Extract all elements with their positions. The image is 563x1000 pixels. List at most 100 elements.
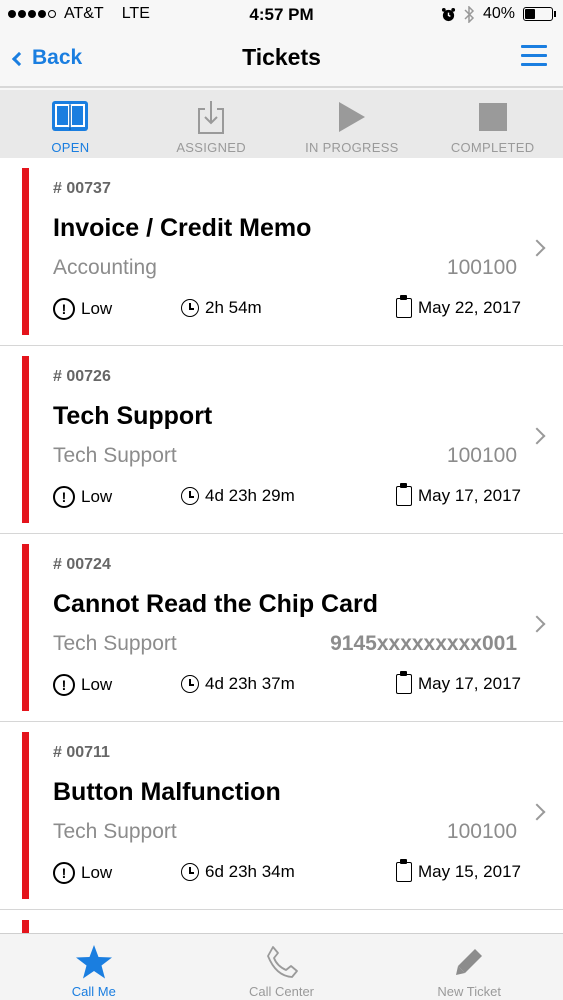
ticket-date: May 15, 2017: [395, 859, 521, 882]
priority-bar: [22, 732, 29, 899]
tab-call-me[interactable]: Call Me: [0, 934, 188, 1000]
tab-call-center[interactable]: Call Center: [188, 934, 376, 1000]
date-label: May 17, 2017: [417, 486, 521, 505]
tab-open-label: OPEN: [51, 140, 90, 155]
elapsed-time: 2h 54m: [205, 298, 262, 317]
tab-completed-label: COMPLETED: [450, 140, 535, 155]
exclamation-circle-icon: !: [53, 298, 75, 320]
stop-icon: [473, 98, 513, 136]
ticket-elapsed: 4d 23h 37m: [181, 674, 295, 694]
hamburger-menu-icon[interactable]: [521, 45, 547, 67]
ticket-meta: ! Low 6d 23h 34m May 15, 2017: [53, 859, 521, 886]
clipboard-icon: [395, 483, 412, 506]
ticket-department: Tech Support: [53, 444, 177, 467]
play-icon: [332, 98, 372, 136]
ticket-number: # 00711: [53, 744, 110, 761]
ticket-elapsed: 4d 23h 29m: [181, 486, 295, 506]
tab-in-progress[interactable]: IN PROGRESS: [282, 90, 423, 158]
clipboard-icon: [395, 671, 412, 694]
tab-completed[interactable]: COMPLETED: [422, 90, 563, 158]
ticket-title: Button Malfunction: [53, 778, 281, 806]
ticket-date: May 17, 2017: [395, 483, 521, 506]
status-bar: AT&T LTE 4:57 PM 40%: [0, 0, 563, 30]
ticket-list: # 00737 Invoice / Credit Memo Accounting…: [0, 158, 563, 933]
ticket-priority: ! Low: [53, 674, 112, 696]
book-icon: [50, 98, 90, 136]
ticket-priority: ! Low: [53, 298, 112, 320]
ticket-elapsed: 6d 23h 34m: [181, 862, 295, 882]
tab-assigned[interactable]: ASSIGNED: [141, 90, 282, 158]
page-title: Tickets: [242, 44, 321, 70]
tab-in-progress-label: IN PROGRESS: [305, 140, 399, 155]
battery-percent: 40%: [482, 5, 515, 22]
tab-assigned-label: ASSIGNED: [176, 140, 246, 155]
ticket-card-partial[interactable]: [0, 910, 563, 933]
ticket-number: # 00726: [53, 368, 111, 385]
tab-new-ticket[interactable]: New Ticket: [375, 934, 563, 1000]
clipboard-icon: [395, 859, 412, 882]
priority-label: Low: [81, 487, 113, 506]
priority-bar: [22, 544, 29, 711]
ticket-meta: ! Low 4d 23h 29m May 17, 2017: [53, 483, 521, 510]
pencil-icon: [449, 942, 489, 982]
navigation-bar: Back Tickets: [0, 30, 563, 88]
ticket-meta: ! Low 4d 23h 37m May 17, 2017: [53, 671, 521, 698]
elapsed-time: 6d 23h 34m: [205, 862, 295, 881]
chevron-left-icon: [11, 51, 27, 66]
ticket-department: Accounting: [53, 256, 157, 279]
clock-icon: [181, 863, 199, 881]
phone-icon: [262, 942, 302, 982]
clipboard-icon: [395, 295, 412, 318]
ticket-title: Tech Support: [53, 402, 213, 430]
exclamation-circle-icon: !: [53, 862, 75, 884]
chevron-right-icon: [528, 803, 546, 821]
exclamation-circle-icon: !: [53, 486, 75, 508]
bottom-tab-bar: Call Me Call Center New Ticket: [0, 933, 563, 1000]
ticket-reference: 9145xxxxxxxxx001: [330, 632, 517, 655]
star-icon: [74, 942, 114, 982]
ticket-meta: ! Low 2h 54m May 22, 2017: [53, 295, 521, 322]
ticket-priority: ! Low: [53, 486, 112, 508]
tab-open[interactable]: OPEN: [0, 90, 141, 158]
tab-new-ticket-label: New Ticket: [437, 984, 501, 999]
priority-bar: [22, 920, 29, 933]
date-label: May 17, 2017: [417, 674, 521, 693]
ticket-reference: 100100: [446, 256, 517, 279]
status-filter-tabs: OPEN ASSIGNED IN PROGRESS COMPLETED: [0, 90, 563, 158]
ticket-card[interactable]: # 00737 Invoice / Credit Memo Accounting…: [0, 158, 563, 346]
elapsed-time: 4d 23h 29m: [205, 486, 295, 505]
ticket-card[interactable]: # 00726 Tech Support Tech Support 100100…: [0, 346, 563, 534]
tab-call-me-label: Call Me: [71, 984, 116, 999]
chevron-right-icon: [528, 239, 546, 257]
elapsed-time: 4d 23h 37m: [205, 674, 295, 693]
ticket-priority: ! Low: [53, 862, 112, 884]
ticket-number: # 00724: [53, 556, 111, 573]
alarm-icon: [441, 7, 456, 21]
priority-label: Low: [81, 863, 113, 882]
ticket-card[interactable]: # 00724 Cannot Read the Chip Card Tech S…: [0, 534, 563, 722]
ticket-department: Tech Support: [53, 820, 177, 843]
priority-label: Low: [81, 299, 113, 318]
ticket-elapsed: 2h 54m: [181, 298, 262, 318]
download-tray-icon: [191, 98, 231, 136]
ticket-date: May 17, 2017: [395, 671, 521, 694]
battery-icon: [523, 7, 556, 21]
clock-icon: [181, 487, 199, 505]
date-label: May 15, 2017: [417, 862, 521, 881]
back-button[interactable]: Back: [11, 46, 83, 70]
priority-bar: [22, 168, 29, 335]
priority-label: Low: [81, 675, 113, 694]
chevron-right-icon: [528, 615, 546, 633]
tab-call-center-label: Call Center: [248, 984, 315, 999]
ticket-reference: 100100: [446, 444, 517, 467]
priority-bar: [22, 356, 29, 523]
exclamation-circle-icon: !: [53, 674, 75, 696]
bluetooth-icon: [464, 5, 475, 23]
ticket-card[interactable]: # 00711 Button Malfunction Tech Support …: [0, 722, 563, 910]
ticket-title: Invoice / Credit Memo: [53, 214, 312, 242]
ticket-number: # 00737: [53, 180, 111, 197]
clock-icon: [181, 675, 199, 693]
chevron-right-icon: [528, 427, 546, 445]
ticket-title: Cannot Read the Chip Card: [53, 590, 379, 618]
back-label: Back: [32, 46, 83, 69]
